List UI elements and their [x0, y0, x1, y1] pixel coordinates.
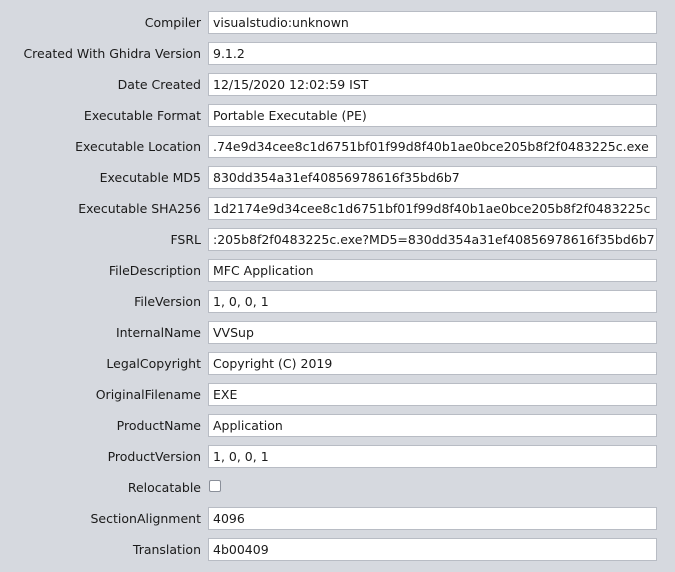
product-name-field[interactable]	[208, 414, 657, 437]
product-version-label: ProductVersion	[107, 449, 201, 464]
executable-sha256-field[interactable]: 1d2174e9d34cee8c1d6751bf01f99d8f40b1ae0b…	[208, 197, 657, 220]
original-filename-label: OriginalFilename	[95, 387, 201, 402]
executable-md5-field[interactable]	[208, 166, 657, 189]
row-file-description: FileDescription	[0, 255, 675, 286]
product-name-label: ProductName	[116, 418, 201, 433]
executable-location-label: Executable Location	[75, 139, 201, 154]
row-product-name: ProductName	[0, 410, 675, 441]
row-original-filename: OriginalFilename	[0, 379, 675, 410]
original-filename-field[interactable]	[208, 383, 657, 406]
executable-md5-label: Executable MD5	[99, 170, 201, 185]
row-executable-format: Executable Format	[0, 100, 675, 131]
compiler-label: Compiler	[144, 15, 201, 30]
relocatable-checkbox[interactable]	[209, 480, 221, 492]
row-legal-copyright: LegalCopyright	[0, 348, 675, 379]
row-executable-location: Executable Location .74e9d34cee8c1d6751b…	[0, 131, 675, 162]
ghidra-version-field[interactable]	[208, 42, 657, 65]
file-description-label: FileDescription	[108, 263, 201, 278]
file-version-field[interactable]	[208, 290, 657, 313]
ghidra-version-label: Created With Ghidra Version	[23, 46, 201, 61]
executable-format-label: Executable Format	[83, 108, 201, 123]
translation-field[interactable]	[208, 538, 657, 561]
row-relocatable: Relocatable	[0, 472, 675, 503]
executable-sha256-value: 1d2174e9d34cee8c1d6751bf01f99d8f40b1ae0b…	[213, 201, 651, 216]
internal-name-field[interactable]	[208, 321, 657, 344]
date-created-field[interactable]	[208, 73, 657, 96]
row-file-version: FileVersion	[0, 286, 675, 317]
executable-location-field[interactable]: .74e9d34cee8c1d6751bf01f99d8f40b1ae0bce2…	[208, 135, 657, 158]
row-created-with-ghidra-version: Created With Ghidra Version	[0, 38, 675, 69]
row-product-version: ProductVersion	[0, 441, 675, 472]
fsrl-label: FSRL	[170, 232, 201, 247]
relocatable-label: Relocatable	[127, 480, 201, 495]
properties-panel: Compiler Created With Ghidra Version Dat…	[0, 7, 675, 565]
executable-format-field[interactable]	[208, 104, 657, 127]
row-executable-sha256: Executable SHA256 1d2174e9d34cee8c1d6751…	[0, 193, 675, 224]
executable-location-value: .74e9d34cee8c1d6751bf01f99d8f40b1ae0bce2…	[213, 139, 649, 154]
fsrl-value: :205b8f2f0483225c.exe?MD5=830dd354a31ef4…	[213, 232, 655, 247]
section-alignment-label: SectionAlignment	[90, 511, 202, 526]
legal-copyright-field[interactable]	[208, 352, 657, 375]
executable-sha256-label: Executable SHA256	[78, 201, 201, 216]
fsrl-field[interactable]: :205b8f2f0483225c.exe?MD5=830dd354a31ef4…	[208, 228, 657, 251]
product-version-field[interactable]	[208, 445, 657, 468]
row-date-created: Date Created	[0, 69, 675, 100]
translation-label: Translation	[132, 542, 201, 557]
row-fsrl: FSRL :205b8f2f0483225c.exe?MD5=830dd354a…	[0, 224, 675, 255]
row-compiler: Compiler	[0, 7, 675, 38]
file-description-field[interactable]	[208, 259, 657, 282]
compiler-field[interactable]	[208, 11, 657, 34]
file-version-label: FileVersion	[134, 294, 201, 309]
section-alignment-field[interactable]	[208, 507, 657, 530]
internal-name-label: InternalName	[115, 325, 201, 340]
row-executable-md5: Executable MD5	[0, 162, 675, 193]
row-internal-name: InternalName	[0, 317, 675, 348]
row-translation: Translation	[0, 534, 675, 565]
date-created-label: Date Created	[117, 77, 201, 92]
legal-copyright-label: LegalCopyright	[106, 356, 201, 371]
row-section-alignment: SectionAlignment	[0, 503, 675, 534]
